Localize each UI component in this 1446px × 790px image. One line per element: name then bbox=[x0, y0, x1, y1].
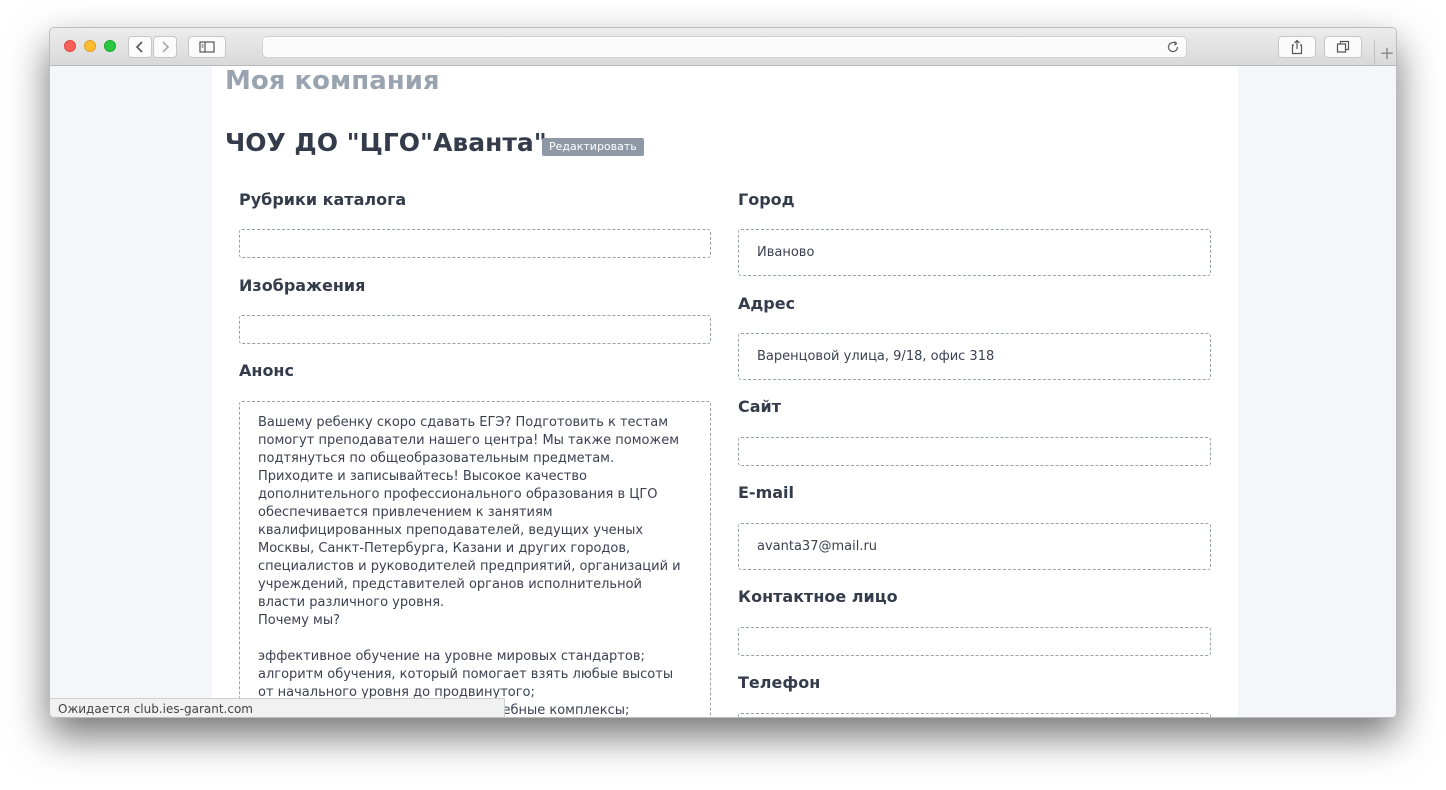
plus-icon: + bbox=[1379, 42, 1395, 64]
address-field[interactable]: Варенцовой улица, 9/18, офис 318 bbox=[738, 333, 1211, 380]
address-label: Адрес bbox=[738, 294, 796, 313]
address-bar[interactable] bbox=[262, 36, 1187, 58]
minimize-window-button[interactable] bbox=[84, 40, 96, 52]
city-field[interactable]: Иваново bbox=[738, 229, 1211, 276]
address-value: Варенцовой улица, 9/18, офис 318 bbox=[757, 349, 995, 364]
browser-toolbar: + bbox=[50, 28, 1396, 66]
tabs-icon bbox=[1336, 40, 1350, 53]
edit-button[interactable]: Редактировать bbox=[542, 138, 644, 156]
rubrics-field[interactable] bbox=[239, 229, 711, 258]
back-button[interactable] bbox=[128, 36, 152, 58]
rubrics-label: Рубрики каталога bbox=[239, 190, 407, 209]
phone-field[interactable] bbox=[738, 713, 1211, 717]
share-icon bbox=[1291, 39, 1303, 55]
images-label: Изображения bbox=[239, 276, 366, 295]
phone-label: Телефон bbox=[738, 673, 821, 692]
contact-person-label: Контактное лицо bbox=[738, 587, 898, 606]
city-value: Иваново bbox=[757, 245, 815, 260]
forward-button[interactable] bbox=[153, 36, 177, 58]
share-button[interactable] bbox=[1278, 36, 1316, 58]
close-window-button[interactable] bbox=[64, 40, 76, 52]
status-bar: Ожидается club.ies-garant.com bbox=[50, 698, 505, 717]
company-name: ЧОУ ДО "ЦГО"Аванта" bbox=[225, 128, 547, 157]
images-field[interactable] bbox=[239, 315, 711, 344]
site-field[interactable] bbox=[738, 437, 1211, 466]
site-label: Сайт bbox=[738, 397, 782, 416]
email-label: E-mail bbox=[738, 483, 795, 502]
new-tab-button[interactable]: + bbox=[1374, 40, 1396, 66]
email-value: avanta37@mail.ru bbox=[757, 539, 878, 554]
chevron-left-icon bbox=[135, 41, 143, 53]
chevron-right-icon bbox=[162, 41, 170, 53]
page-title: Моя компания bbox=[225, 66, 440, 96]
reload-icon[interactable] bbox=[1166, 40, 1180, 54]
zoom-window-button[interactable] bbox=[104, 40, 116, 52]
tabs-overview-button[interactable] bbox=[1324, 36, 1362, 58]
city-label: Город bbox=[738, 190, 795, 209]
email-field[interactable]: avanta37@mail.ru bbox=[738, 523, 1211, 570]
page-content: Моя компания ЧОУ ДО "ЦГО"Аванта" Редакти… bbox=[212, 66, 1238, 717]
sidebar-toggle-button[interactable] bbox=[188, 36, 226, 58]
announce-label: Анонс bbox=[239, 361, 294, 380]
contact-person-field[interactable] bbox=[738, 627, 1211, 656]
browser-window: + Моя компания ЧОУ ДО "ЦГО"Аванта" Редак… bbox=[49, 27, 1397, 718]
sidebar-icon bbox=[199, 41, 215, 53]
announce-textarea[interactable]: Вашему ребенку скоро сдавать ЕГЭ? Подгот… bbox=[239, 401, 711, 717]
